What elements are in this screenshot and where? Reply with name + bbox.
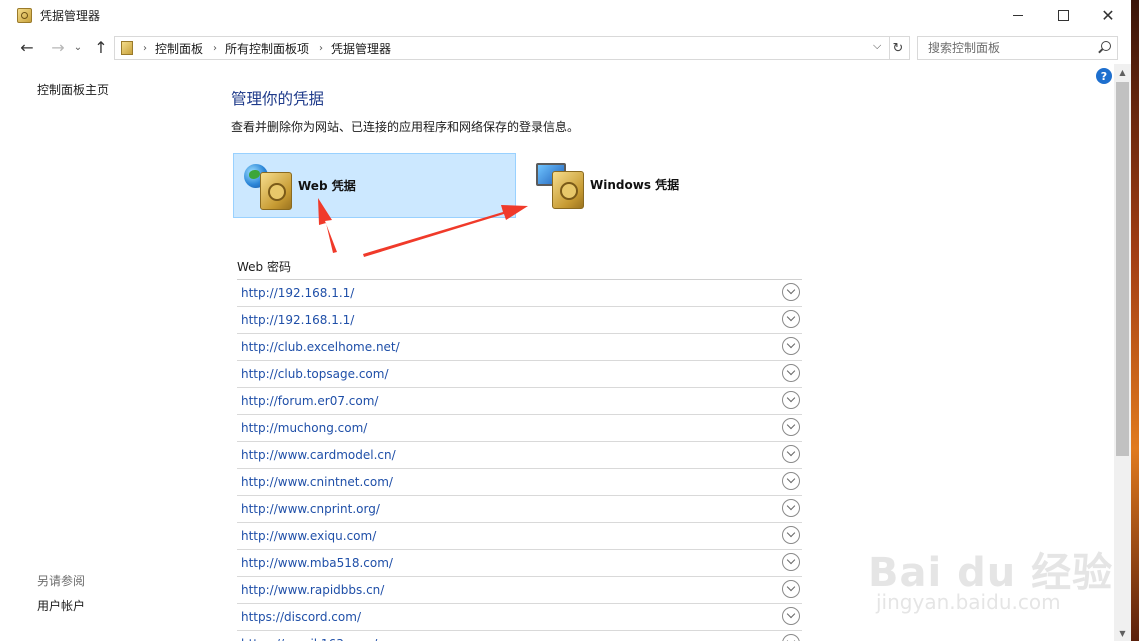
credential-row[interactable]: http://www.exiqu.com/	[237, 523, 802, 550]
credential-url: http://forum.er07.com/	[241, 394, 379, 408]
title-bar: 凭据管理器 ✕	[0, 0, 1131, 31]
credential-url: http://club.excelhome.net/	[241, 340, 400, 354]
expand-chevron-icon[interactable]	[782, 526, 800, 544]
breadcrumb-separator-icon: ›	[143, 42, 147, 54]
credential-url: https://discord.com/	[241, 610, 361, 624]
web-credentials-label: Web 凭据	[298, 179, 356, 193]
credential-url: http://club.topsage.com/	[241, 367, 389, 381]
address-bar[interactable]: › 控制面板 › 所有控制面板项 › 凭据管理器 ⌵	[114, 36, 890, 60]
help-button[interactable]: ?	[1096, 68, 1112, 84]
credential-manager-icon	[17, 8, 32, 23]
recent-locations-button[interactable]: ⌄	[70, 36, 86, 58]
credential-row[interactable]: http://muchong.com/	[237, 415, 802, 442]
credential-url: http://www.mba518.com/	[241, 556, 393, 570]
arrow-right-icon: →	[51, 37, 65, 57]
credential-row[interactable]: http://forum.er07.com/	[237, 388, 802, 415]
scroll-down-icon[interactable]: ▼	[1114, 625, 1131, 641]
sidebar-link-user-accounts[interactable]: 用户帐户	[37, 597, 85, 614]
credential-row[interactable]: http://www.mba518.com/	[237, 550, 802, 577]
back-button[interactable]: ←	[16, 36, 38, 58]
expand-chevron-icon[interactable]	[782, 607, 800, 625]
search-icon[interactable]	[1101, 41, 1111, 51]
credential-row[interactable]: http://www.cardmodel.cn/	[237, 442, 802, 469]
credential-row[interactable]: https://email.163.com/	[237, 631, 802, 641]
credential-url: http://muchong.com/	[241, 421, 368, 435]
breadcrumb-separator-icon: ›	[319, 42, 324, 54]
address-dropdown-icon[interactable]: ⌵	[873, 39, 881, 53]
page-description: 查看并删除你为网站、已连接的应用程序和网络保存的登录信息。	[231, 120, 580, 134]
credential-url: http://192.168.1.1/	[241, 286, 355, 300]
credential-row[interactable]: http://www.rapidbbs.cn/	[237, 577, 802, 604]
forward-button[interactable]: →	[47, 36, 69, 58]
credential-row[interactable]: http://club.topsage.com/	[237, 361, 802, 388]
windows-credentials-button[interactable]: Windows 凭据	[526, 153, 766, 216]
breadcrumb-all-items[interactable]: 所有控制面板项	[225, 40, 309, 57]
window-title: 凭据管理器	[40, 9, 101, 23]
expand-chevron-icon[interactable]	[782, 391, 800, 409]
vertical-scrollbar[interactable]: ▲ ▼	[1114, 64, 1131, 641]
expand-chevron-icon[interactable]	[782, 364, 800, 382]
windows-credentials-icon	[534, 159, 586, 211]
expand-chevron-icon[interactable]	[782, 580, 800, 598]
arrow-left-icon: ←	[20, 37, 34, 57]
page-title: 管理你的凭据	[231, 90, 325, 108]
expand-chevron-icon[interactable]	[782, 418, 800, 436]
expand-chevron-icon[interactable]	[782, 553, 800, 571]
credential-row[interactable]: http://www.cnprint.org/	[237, 496, 802, 523]
expand-chevron-icon[interactable]	[782, 634, 800, 641]
credential-url: https://email.163.com/	[241, 637, 377, 641]
maximize-button[interactable]	[1040, 0, 1086, 31]
credential-url: http://www.cardmodel.cn/	[241, 448, 396, 462]
scroll-up-icon[interactable]: ▲	[1114, 64, 1131, 80]
credential-url: http://www.cnprint.org/	[241, 502, 380, 516]
expand-chevron-icon[interactable]	[782, 337, 800, 355]
baidu-watermark: Bai du 经验 jingyan.baidu.com	[868, 540, 1112, 640]
web-passwords-section-title: Web 密码	[237, 260, 291, 274]
search-box	[917, 36, 1118, 60]
expand-chevron-icon[interactable]	[782, 472, 800, 490]
web-credentials-icon	[242, 160, 294, 212]
credential-url: http://www.exiqu.com/	[241, 529, 377, 543]
search-input[interactable]	[926, 40, 1100, 56]
expand-chevron-icon[interactable]	[782, 499, 800, 517]
expand-chevron-icon[interactable]	[782, 310, 800, 328]
sidebar-see-also-label: 另请参阅	[37, 574, 86, 588]
web-credentials-button[interactable]: Web 凭据	[233, 153, 516, 218]
expand-chevron-icon[interactable]	[782, 283, 800, 301]
windows-credentials-label: Windows 凭据	[590, 178, 680, 192]
credential-row[interactable]: https://discord.com/	[237, 604, 802, 631]
credential-row[interactable]: http://www.cnintnet.com/	[237, 469, 802, 496]
close-icon: ✕	[1101, 5, 1115, 25]
minimize-button[interactable]	[995, 0, 1041, 31]
control-panel-icon	[121, 41, 133, 55]
refresh-button[interactable]: ↻	[887, 36, 910, 60]
credential-row[interactable]: http://192.168.1.1/	[237, 280, 802, 307]
watermark-url: jingyan.baidu.com	[876, 590, 1061, 614]
navigation-bar: ← → ⌄ ↑ › 控制面板 › 所有控制面板项 › 凭据管理器 ⌵ ↻	[0, 34, 1131, 62]
credential-url: http://www.rapidbbs.cn/	[241, 583, 385, 597]
credential-url: http://www.cnintnet.com/	[241, 475, 393, 489]
credential-manager-window: 凭据管理器 ✕ ← → ⌄ ↑ › 控制面板 › 所有控制面板项 › 凭据管理器…	[0, 0, 1131, 641]
desktop-background	[1131, 0, 1139, 641]
scrollbar-thumb[interactable]	[1116, 82, 1129, 456]
up-button[interactable]: ↑	[90, 36, 112, 58]
close-button[interactable]: ✕	[1085, 0, 1131, 31]
refresh-icon: ↻	[892, 40, 904, 56]
minimize-icon	[1013, 15, 1023, 16]
breadcrumb-separator-icon: ›	[213, 42, 218, 54]
credential-row[interactable]: http://club.excelhome.net/	[237, 334, 802, 361]
credential-row[interactable]: http://192.168.1.1/	[237, 307, 802, 334]
maximize-icon	[1057, 10, 1069, 21]
breadcrumb-credential-manager[interactable]: 凭据管理器	[331, 40, 391, 57]
breadcrumb-control-panel[interactable]: 控制面板	[155, 40, 203, 57]
expand-chevron-icon[interactable]	[782, 445, 800, 463]
web-credentials-list: http://192.168.1.1/http://192.168.1.1/ht…	[237, 280, 802, 641]
sidebar-link-control-panel-home[interactable]: 控制面板主页	[37, 81, 109, 98]
chevron-down-icon: ⌄	[73, 41, 83, 53]
arrow-up-icon: ↑	[94, 37, 108, 57]
credential-url: http://192.168.1.1/	[241, 313, 355, 327]
